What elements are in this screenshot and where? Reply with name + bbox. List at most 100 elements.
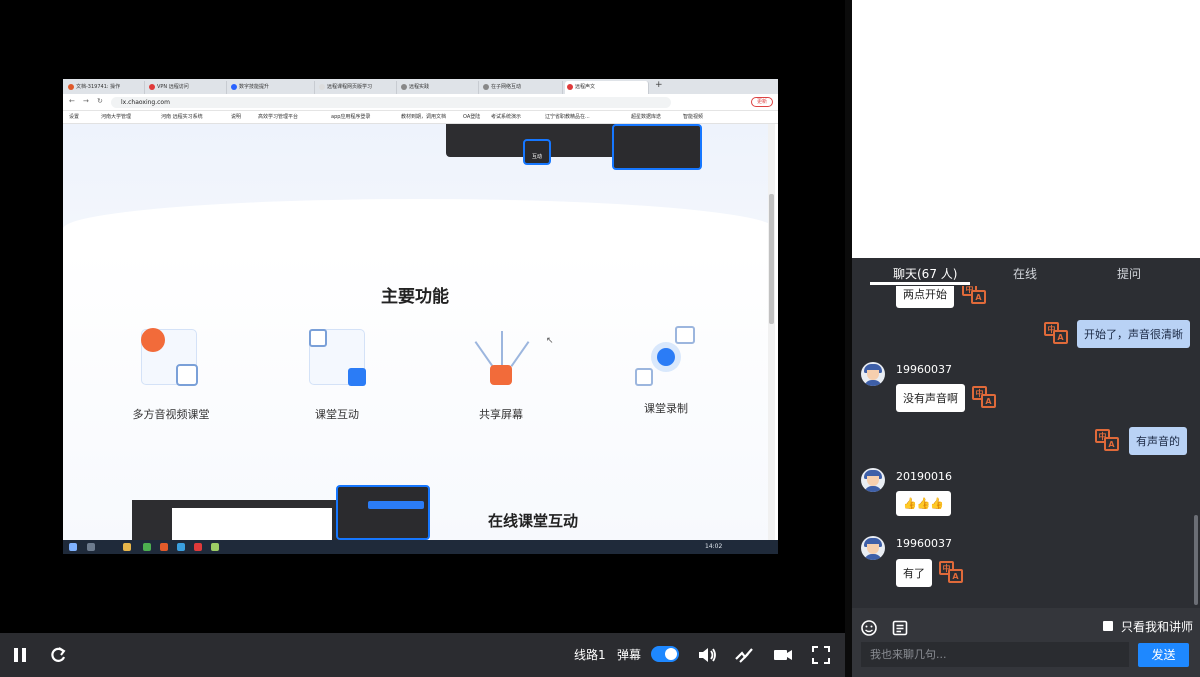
feature-label: 共享屏幕 [479,408,523,421]
volume-icon [699,648,716,662]
browser-tab: 数字技能提升 [229,81,315,94]
translate-icon[interactable]: 中A [939,561,963,583]
pause-button[interactable] [11,643,31,667]
reload-icon: ↻ [97,97,103,105]
bookmark: 河南 远程实习系统 [161,114,203,120]
browser-tab: 远程课程网页版学习 [317,81,397,94]
bookmark: app应用程序登录 [331,114,371,120]
chat-input[interactable] [861,642,1129,667]
message-username: 19960037 [896,363,952,376]
bookmark: 辽宁省职教精品在... [545,114,590,120]
app-icon [177,543,185,551]
avatar [861,536,885,560]
new-tab-icon: + [655,80,663,90]
bookmark: 高效学习管理平台 [258,114,299,120]
app-icon [160,543,168,551]
back-icon: ← [69,97,75,105]
danmu-toggle[interactable] [651,646,679,662]
folder-icon [123,543,131,551]
fullscreen-icon [812,646,830,664]
volume-button[interactable] [696,643,718,667]
refresh-icon [51,647,66,662]
screen-share-icon [474,329,531,385]
web-page: 互动 主要功能 多方音视频课堂 课堂互动 共享屏幕 课堂录制 在线课堂互动 ↖ [63,124,775,540]
emoji-button[interactable] [860,619,878,641]
chat-message-list[interactable]: 两点开始 中A 中A 开始了，声音很清晰 19960037 没有声音啊 中A 中… [852,286,1200,608]
translate-icon[interactable]: 中A [1095,429,1119,451]
pause-icon [14,648,26,662]
teacher-video-area [852,0,1200,258]
feature-label: 多方音视频课堂 [132,408,210,421]
class-interaction-preview [132,500,340,540]
tab-chat[interactable]: 聊天(67 人) [893,265,957,282]
url-field: lx.chaoxing.com [111,97,671,108]
tab-online[interactable]: 在线 [1013,265,1037,282]
page-scroll-thumb [769,194,774,324]
notes-button[interactable] [891,619,909,641]
only-teacher-checkbox[interactable] [1103,621,1113,631]
os-taskbar: 14:02 [63,540,778,554]
section-title: 主要功能 [381,287,449,307]
signal-icon [735,648,753,663]
browser-tab-active: 远程声文 [565,81,649,94]
record-mic-icon [635,326,695,386]
fullscreen-button[interactable] [810,643,832,667]
feature-label: 课堂录制 [644,402,688,415]
interaction-popup: 互动 [523,139,551,165]
notes-icon [892,620,908,636]
bookmark: 教材到期，调用文档 [401,114,447,120]
panel-divider [845,0,852,677]
translate-icon[interactable]: 中A [962,286,986,304]
line-select-button[interactable]: 线路1 [574,643,606,667]
browser-tab: 在子网络互动 [481,81,563,94]
start-icon [69,543,77,551]
taskbar-clock: 14:02 [705,543,723,550]
shared-screen: 文档-319741: 操作 VPN 远程访问 数字技能提升 远程课程网页版学习 … [63,79,778,554]
address-bar: ← → ↻ lx.chaoxing.com 更新 [63,94,778,111]
bookmark: 超星数据库迭 [631,114,662,120]
refresh-button[interactable] [48,643,70,667]
browser-tab: 远程实践 [399,81,479,94]
live-class-player: 文档-319741: 操作 VPN 远程访问 数字技能提升 远程课程网页版学习 … [0,0,1200,677]
active-tab-indicator [870,282,970,285]
browser-icon [143,543,151,551]
camera-button[interactable] [772,643,794,667]
bookmark: 智能视频 [683,114,704,120]
page-scrollbar [768,124,775,540]
search-icon [87,543,95,551]
send-button[interactable]: 发送 [1138,643,1189,667]
tab-questions[interactable]: 提问 [1117,265,1141,282]
danmu-label: 弹幕 [617,648,642,662]
translate-icon[interactable]: 中A [1044,322,1068,344]
chat-window-preview [336,485,430,540]
feature-label: 课堂互动 [315,408,359,421]
feature-menu-preview [612,124,702,170]
chat-scrollbar[interactable] [1194,515,1198,605]
signal-button[interactable] [733,643,755,667]
bookmark: 河南大学管理 [101,114,132,120]
translate-icon[interactable]: 中A [972,386,996,408]
chat-interaction-icon [309,329,366,386]
message-username: 19960037 [896,537,952,550]
app-icon [211,543,219,551]
message-bubble-self: 开始了，声音很清晰 [1077,320,1190,348]
message-username: 20190016 [896,470,952,483]
update-badge: 更新 [751,97,773,107]
player-control-bar: 线路1 弹幕 [0,633,845,677]
page-wave-divider [63,199,775,249]
bottom-section-title: 在线课堂互动 [488,512,579,530]
bookmark: 说明 [231,114,242,120]
message-bubble: 有了 [896,559,932,587]
video-call-icon [141,328,198,386]
message-bubble: 👍👍👍 [896,491,952,516]
only-teacher-label: 只看我和讲师 [1121,620,1194,634]
camera-icon [774,650,792,660]
message-bubble: 没有声音啊 [896,384,965,412]
browser-tab: 文档-319741: 操作 [66,81,145,94]
video-area[interactable]: 文档-319741: 操作 VPN 远程访问 数字技能提升 远程课程网页版学习 … [0,0,845,633]
avatar [861,362,885,386]
emoji-icon [861,620,877,636]
bookmark: OA登陆 [463,114,481,120]
bookmark: 考试系统演示 [491,114,522,120]
avatar [861,468,885,492]
